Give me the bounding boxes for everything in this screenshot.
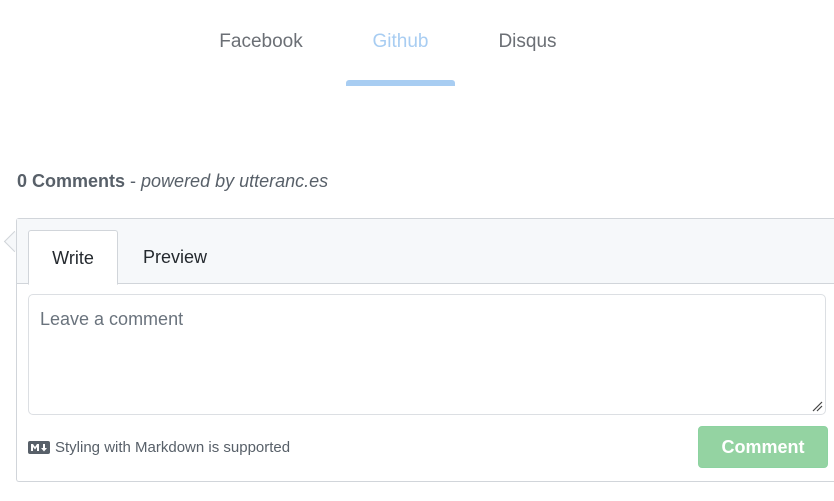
editor-tab-bar: Write Preview: [17, 219, 834, 285]
markdown-note-text: Styling with Markdown is supported: [55, 439, 291, 456]
comment-source-tabs: Facebook Github Disqus: [0, 0, 834, 86]
powered-by-text: powered by utteranc.es: [141, 171, 329, 191]
tab-facebook-label: Facebook: [219, 31, 303, 52]
comment-form-footer: Styling with Markdown is supported Comme…: [17, 426, 834, 472]
tab-disqus[interactable]: Disqus: [479, 0, 576, 86]
page: Facebook Github Disqus 0 Comments - powe…: [0, 0, 834, 501]
tab-github-label: Github: [372, 31, 429, 52]
comment-textarea-wrapper: [28, 294, 826, 415]
tab-facebook[interactable]: Facebook: [206, 0, 316, 86]
comment-form: Write Preview Styling with Markdown is s…: [16, 218, 834, 482]
comments-header: 0 Comments - powered by utteranc.es: [17, 171, 328, 192]
active-tab-indicator: [346, 80, 455, 86]
tab-github[interactable]: Github: [346, 0, 455, 86]
comment-count: 0 Comments: [17, 171, 126, 191]
submit-comment-button[interactable]: Comment: [698, 426, 828, 468]
markdown-note: Styling with Markdown is supported: [28, 439, 290, 456]
tab-write[interactable]: Write: [28, 230, 118, 285]
header-separator: -: [125, 171, 142, 191]
resize-grip-icon[interactable]: [811, 400, 823, 412]
tab-disqus-label: Disqus: [498, 31, 557, 52]
markdown-icon: [28, 441, 50, 454]
comment-textarea[interactable]: [28, 294, 826, 415]
tab-preview[interactable]: Preview: [130, 230, 220, 283]
